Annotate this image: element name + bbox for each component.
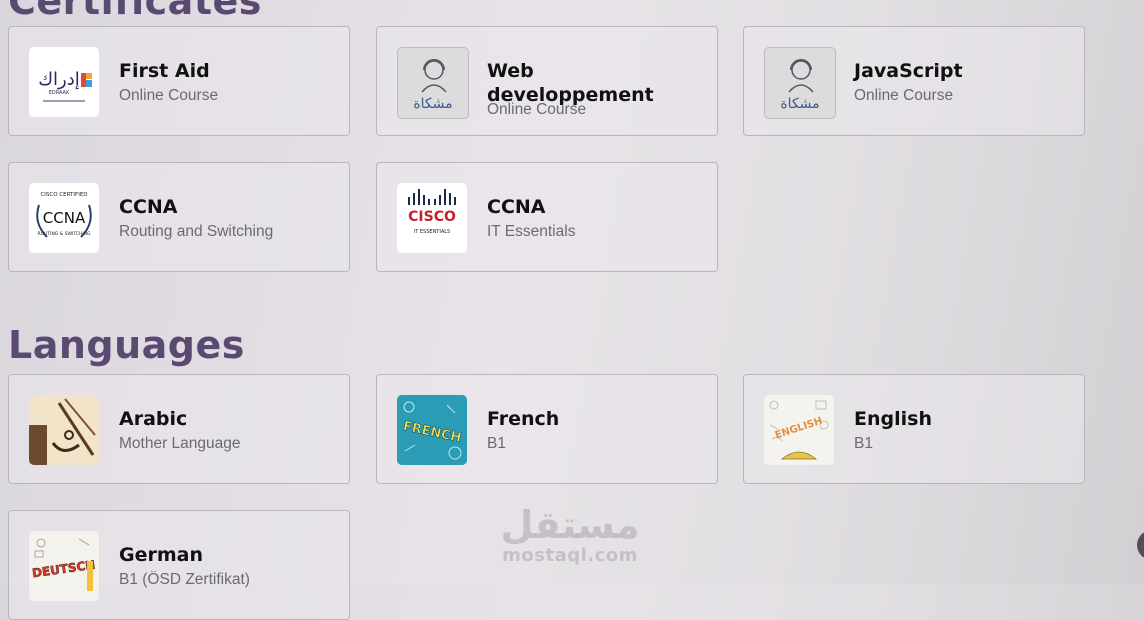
card-subtitle: Online Course [487,101,587,118]
watermark-arabic: مستقل [500,503,640,547]
certificate-card-javascript[interactable]: مشكاة JavaScript Online Course [743,26,1085,136]
ccna-text: CCNA [43,209,86,227]
card-title: German [119,544,203,566]
certificate-card-first-aid[interactable]: إدراك EDRAAK First Aid Online Course [8,26,350,136]
cisco-certified-text: CISCO CERTIFIED [40,192,87,198]
deutsch-lettering-icon: DEUTSCH [29,531,99,601]
cisco-it-essentials-icon: CISCO IT ESSENTIALS [397,183,467,253]
card-subtitle: IT Essentials [487,223,576,240]
edraak-arabic-text: إدراك [38,69,80,90]
card-title: CCNA [487,196,546,218]
routing-switching-text: ROUTING & SWITCHING [37,231,91,237]
scroll-to-top-button[interactable] [1137,530,1144,560]
language-card-arabic[interactable]: Arabic Mother Language [8,374,350,484]
card-subtitle: B1 [854,435,873,452]
certificate-card-web-development[interactable]: مشكاة Web developpement Online Course [376,26,718,136]
card-title: First Aid [119,60,210,82]
card-title: Arabic [119,408,188,430]
card-subtitle: B1 [487,435,506,452]
edraak-latin-text: EDRAAK [49,90,70,96]
card-subtitle: Online Course [854,87,954,104]
mishkat-arabic-text: مشكاة [780,96,819,112]
language-card-french[interactable]: FRENCH French B1 [376,374,718,484]
card-subtitle: B1 (ÖSD Zertifikat) [119,571,250,588]
card-subtitle: Mother Language [119,435,241,452]
mishkat-arabic-text: مشكاة [413,96,452,112]
card-subtitle: Routing and Switching [119,223,274,240]
french-lettering-icon: FRENCH [397,395,467,465]
certificate-card-ccna-routing[interactable]: CISCO CERTIFIED CCNA ROUTING & SWITCHING… [8,162,350,272]
card-subtitle: Online Course [119,87,219,104]
card-title: JavaScript [854,60,963,82]
card-title: Web developpement [487,60,654,106]
section-title-certificates: Certificates [8,0,262,23]
watermark-latin: mostaql.com [502,545,638,566]
section-title-languages: Languages [8,323,245,367]
card-title: English [854,408,932,430]
card-title: CCNA [119,196,178,218]
language-card-german[interactable]: DEUTSCH German B1 (ÖSD Zertifikat) [8,510,350,620]
card-title: French [487,408,560,430]
mostaql-watermark: مستقل mostaql.com [500,505,640,566]
arabic-calligraphy-icon [29,395,99,465]
language-card-english[interactable]: ENGLISH English B1 [743,374,1085,484]
mishkat-logo-icon: مشكاة [397,47,469,119]
english-doodle-icon: ENGLISH [764,395,834,465]
mishkat-logo-icon: مشكاة [764,47,836,119]
edraak-logo-icon: إدراك EDRAAK [29,47,99,117]
cisco-certified-ccna-icon: CISCO CERTIFIED CCNA ROUTING & SWITCHING [29,183,99,253]
it-essentials-text: IT ESSENTIALS [414,229,450,235]
certificate-card-ccna-it-essentials[interactable]: CISCO IT ESSENTIALS CCNA IT Essentials [376,162,718,272]
cisco-text: CISCO [408,209,456,225]
